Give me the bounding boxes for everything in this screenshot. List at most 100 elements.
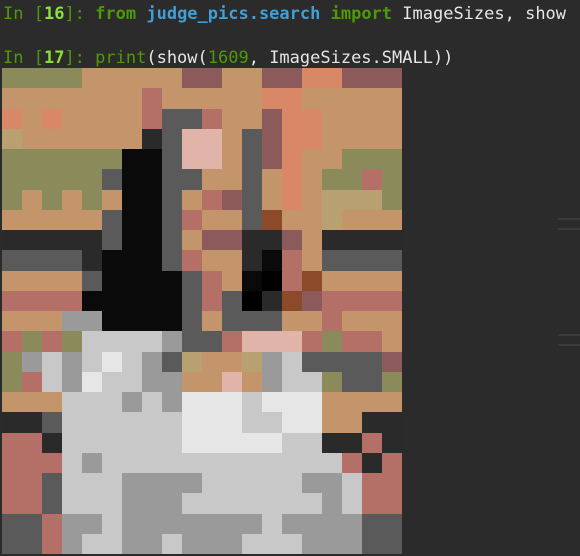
image-pixel (202, 128, 222, 149)
image-pixel (242, 290, 262, 311)
image-pixel (222, 331, 242, 352)
image-pixel (182, 473, 202, 494)
image-pixel (202, 68, 222, 89)
image-pixel (42, 108, 62, 129)
image-pixel (262, 68, 282, 89)
image-pixel (282, 392, 302, 413)
image-pixel (122, 311, 142, 332)
image-pixel (2, 311, 22, 332)
image-pixel (42, 493, 62, 514)
image-pixel (262, 392, 282, 413)
image-pixel (142, 108, 162, 129)
image-pixel (202, 88, 222, 109)
scroll-marker (558, 228, 580, 230)
image-pixel (382, 209, 402, 230)
image-pixel (342, 149, 362, 170)
image-pixel (142, 230, 162, 251)
image-pixel (242, 311, 262, 332)
image-pixel (22, 412, 42, 433)
image-pixel (282, 311, 302, 332)
image-pixel (262, 371, 282, 392)
image-pixel (302, 513, 322, 534)
image-pixel (22, 392, 42, 413)
image-pixel (202, 412, 222, 433)
image-pixel (22, 331, 42, 352)
image-pixel (262, 108, 282, 129)
image-pixel (262, 88, 282, 109)
image-pixel (382, 149, 402, 170)
image-pixel (282, 209, 302, 230)
image-pixel (362, 493, 382, 514)
image-pixel (162, 209, 182, 230)
image-pixel (2, 331, 22, 352)
image-pixel (322, 270, 342, 291)
image-pixel (162, 149, 182, 170)
image-pixel (262, 493, 282, 514)
notebook-cell-17[interactable]: In [17]: print(show(1609, ImageSizes.SMA… (3, 46, 453, 70)
image-pixel (42, 392, 62, 413)
image-pixel (2, 452, 22, 473)
image-pixel (182, 351, 202, 372)
image-pixel (242, 209, 262, 230)
image-pixel (322, 331, 342, 352)
input-prompt-label: In [ (3, 48, 44, 68)
image-pixel (262, 230, 282, 251)
image-pixel (102, 169, 122, 190)
image-pixel (2, 473, 22, 494)
image-pixel (82, 533, 102, 554)
image-pixel (362, 371, 382, 392)
image-pixel (322, 311, 342, 332)
image-pixel (262, 432, 282, 453)
image-pixel (322, 473, 342, 494)
image-pixel (322, 68, 342, 89)
image-pixel (282, 270, 302, 291)
image-pixel (202, 493, 222, 514)
image-pixel (182, 250, 202, 271)
image-pixel (362, 513, 382, 534)
notebook-cell-16[interactable]: In [16]: from judge_pics.search import I… (3, 2, 566, 26)
image-pixel (42, 230, 62, 251)
image-pixel (282, 290, 302, 311)
image-pixel (182, 149, 202, 170)
image-pixel (382, 371, 402, 392)
image-pixel (82, 209, 102, 230)
image-pixel (262, 169, 282, 190)
image-pixel (362, 331, 382, 352)
image-pixel (222, 311, 242, 332)
image-pixel (322, 351, 342, 372)
image-pixel (162, 88, 182, 109)
image-pixel (342, 493, 362, 514)
image-pixel (2, 493, 22, 514)
image-pixel (162, 351, 182, 372)
image-pixel (322, 432, 342, 453)
image-pixel (82, 250, 102, 271)
image-pixel (42, 88, 62, 109)
image-pixel (142, 68, 162, 89)
image-pixel (282, 88, 302, 109)
image-pixel (342, 169, 362, 190)
image-pixel (362, 128, 382, 149)
image-pixel (102, 108, 122, 129)
image-pixel (82, 371, 102, 392)
image-pixel (22, 351, 42, 372)
image-pixel (282, 169, 302, 190)
call-open: (show( (146, 48, 208, 68)
image-pixel (242, 371, 262, 392)
image-pixel (102, 311, 122, 332)
image-pixel (62, 493, 82, 514)
image-pixel (102, 452, 122, 473)
image-pixel (62, 169, 82, 190)
image-pixel (122, 533, 142, 554)
image-pixel (22, 68, 42, 89)
image-pixel (222, 513, 242, 534)
image-pixel (62, 473, 82, 494)
execution-count: 16 (43, 4, 65, 24)
image-pixel (22, 230, 42, 251)
image-pixel (82, 108, 102, 129)
image-pixel (82, 88, 102, 109)
image-pixel (242, 351, 262, 372)
image-pixel (302, 128, 322, 149)
image-pixel (362, 392, 382, 413)
image-pixel (122, 392, 142, 413)
image-pixel (322, 169, 342, 190)
